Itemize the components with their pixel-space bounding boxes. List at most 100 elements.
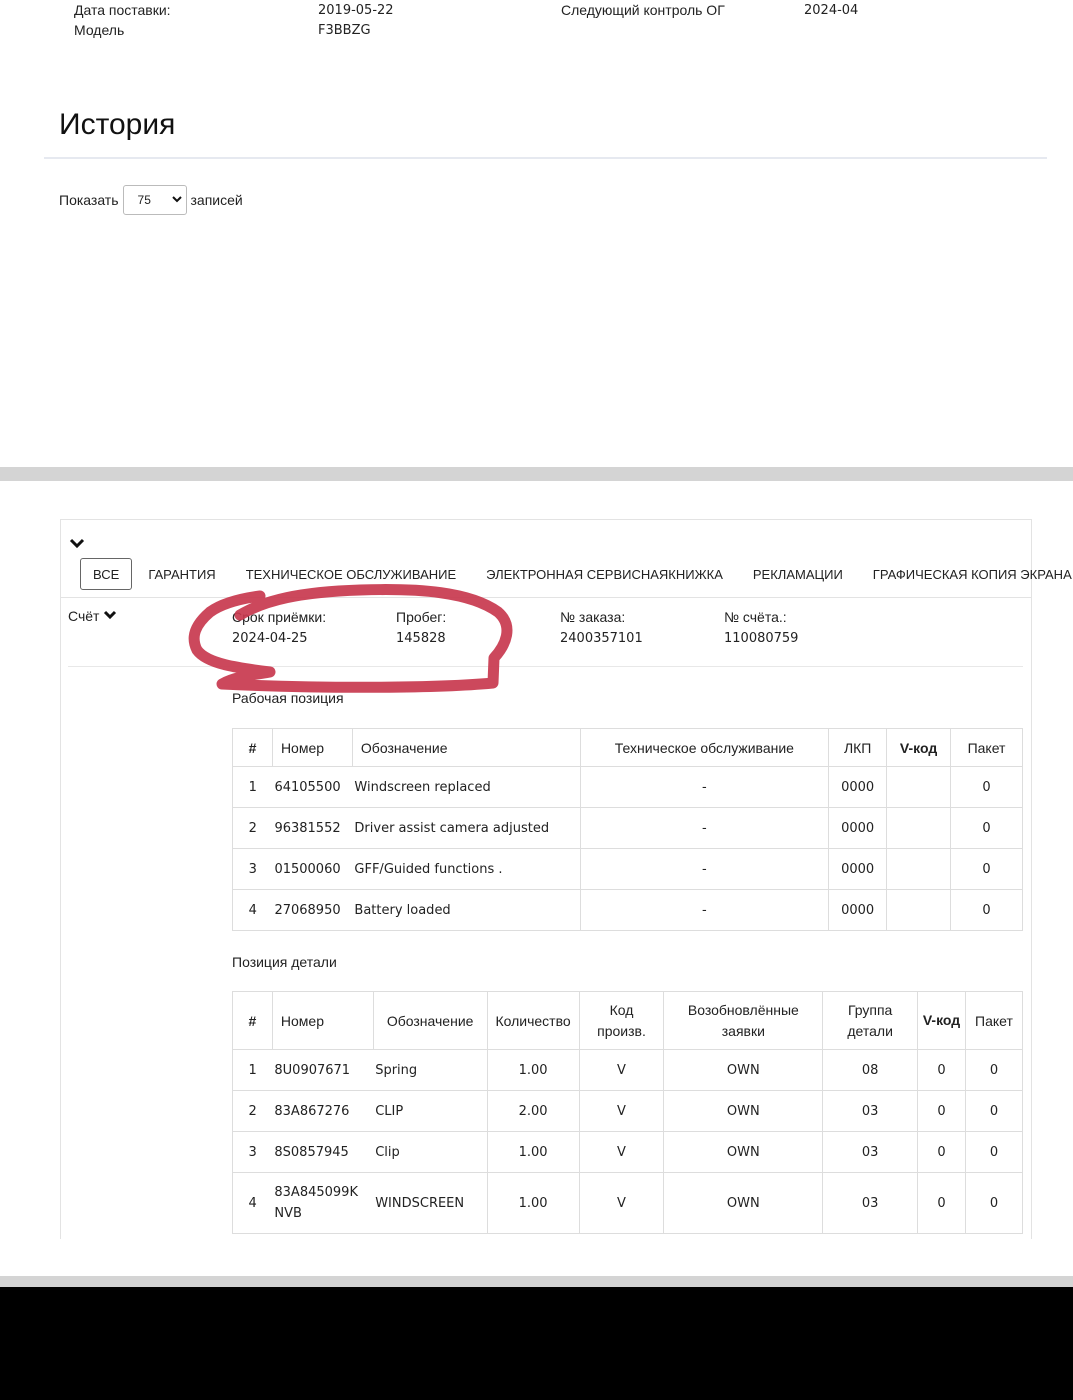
table-cell: OWN [663,1049,824,1091]
table-cell: 0 [950,807,1023,849]
table-cell: 03 [822,1090,919,1132]
table-cell: V [578,1172,665,1234]
table-cell: 01500060 [272,848,353,890]
mileage-value: 145828 [396,631,446,646]
table-cell: 64105500 [272,766,353,808]
table-header-row: # Номер Обозначение Техническое обслужив… [232,728,1023,767]
tab-bar: ВСЕ ГАРАНТИЯ ТЕХНИЧЕСКОЕ ОБСЛУЖИВАНИЕ ЭЛ… [80,558,1073,590]
part-positions-table: # Номер Обозначение Количество Код произ… [232,991,1024,1234]
screen-bottom-bar [0,1287,1073,1400]
col-header: Количество [486,991,580,1050]
col-header: ЛКП [828,728,888,767]
table-cell: 03 [822,1131,919,1173]
table-cell: 0 [950,848,1023,890]
table-cell: Driver assist camera adjusted [352,807,581,849]
acceptance-date-label: Срок приёмки: [232,609,327,625]
table-cell: 0 [950,889,1023,931]
table-cell: 0000 [828,766,888,808]
model-value: F3BBZG [318,23,371,38]
col-header: Код произв. [578,991,665,1050]
col-header: Группа детали [822,991,919,1050]
invoice-number-label: № счёта.: [724,609,787,625]
table-cell: 0 [917,1049,966,1091]
table-row: 3 8S0857945 Clip 1.00 V OWN 03 0 0 [232,1131,1024,1173]
table-cell: 0000 [828,848,888,890]
title-divider [44,157,1047,159]
table-row: 1 8U0907671 Spring 1.00 V OWN 08 0 0 [232,1049,1024,1091]
table-cell: 8S0857945 [272,1131,374,1173]
chevron-down-icon[interactable] [69,536,85,550]
table-cell: V [578,1131,665,1173]
invoice-toggle[interactable]: Счёт [68,608,117,624]
table-cell: 08 [822,1049,919,1091]
delivery-date-value: 2019-05-22 [318,3,394,18]
next-check-label: Следующий контроль ОГ [561,2,725,18]
table-cell [886,889,952,931]
tab-label: ЭЛЕКТРОННАЯ СЕРВИСНАЯКНИЖКА [486,566,723,582]
table-cell: 1 [232,1049,273,1091]
table-cell: - [579,766,830,808]
table-cell: OWN [663,1172,824,1234]
table-cell: 4 [232,889,273,931]
table-row: 2 83A867276 CLIP 2.00 V OWN 03 0 0 [232,1090,1024,1132]
table-cell: 96381552 [272,807,353,849]
tab-maintenance[interactable]: ТЕХНИЧЕСКОЕ ОБСЛУЖИВАНИЕ [234,558,468,590]
invoice-number-value: 110080759 [724,631,799,646]
acceptance-date-value: 2024-04-25 [232,631,308,646]
tab-all[interactable]: ВСЕ [80,558,133,590]
table-cell: WINDSCREEN [373,1172,488,1234]
work-positions-table: # Номер Обозначение Техническое обслужив… [232,728,1023,931]
table-cell: GFF/Guided functions . [352,848,581,890]
section-separator [0,467,1073,481]
col-header: V-код [886,728,952,767]
chevron-down-icon [171,195,182,206]
table-cell: 4 [232,1172,273,1234]
table-cell: 8U0907671 [272,1049,374,1091]
col-header: V-код [917,991,966,1050]
tab-screen-copy[interactable]: ГРАФИЧЕСКАЯ КОПИЯ ЭКРАНА [861,558,1073,590]
table-cell: 1.00 [486,1131,580,1173]
tab-label: ВСЕ [93,566,120,582]
table-cell [886,848,952,890]
col-header: Обозначение [351,728,581,767]
col-header: # [232,728,273,767]
table-row: 4 27068950 Battery loaded -0000 0 [232,889,1023,931]
table-cell: OWN [663,1131,824,1173]
table-cell: 0000 [828,807,888,849]
table-cell: 0 [964,1131,1024,1173]
tab-label: ГАРАНТИЯ [148,566,216,582]
table-cell: OWN [663,1090,824,1132]
table-cell: 0000 [828,889,888,931]
table-cell [886,807,952,849]
table-cell: V [578,1049,665,1091]
order-number-label: № заказа: [560,609,626,625]
tab-complaints[interactable]: РЕКЛАМАЦИИ [741,558,855,590]
entries-select-value: 75 [137,193,151,207]
table-row: 4 83A845099K NVB WINDSCREEN 1.00 V OWN 03 0 0 [232,1172,1024,1234]
tab-service-book[interactable]: ЭЛЕКТРОННАЯ СЕРВИСНАЯКНИЖКА [474,558,735,590]
page-title: История [59,108,176,141]
table-cell: - [579,807,830,849]
table-cell: 03 [822,1172,919,1234]
col-header: Пакет [964,991,1024,1050]
work-positions-title: Рабочая позиция [232,690,344,706]
mileage-label: Пробег: [396,609,447,625]
order-number: № заказа: 2400357101 [560,609,643,646]
table-cell: CLIP [373,1090,488,1132]
table-cell: 83A845099K NVB [272,1172,374,1234]
table-cell: - [579,889,830,931]
table-cell: 0 [964,1090,1024,1132]
part-positions-title: Позиция детали [232,954,337,970]
table-cell: 1.00 [486,1049,580,1091]
table-cell: 0 [964,1049,1024,1091]
table-cell: 3 [232,848,273,890]
invoice-number: № счёта.: 110080759 [724,609,798,646]
col-header: Обозначение [372,991,488,1050]
table-cell: 2 [232,1090,273,1132]
table-cell: 0 [950,766,1023,808]
table-cell: 1 [232,766,273,808]
tab-warranty[interactable]: ГАРАНТИЯ [136,558,227,590]
invoice-label: Счёт [68,608,100,624]
table-cell: 0 [917,1090,966,1132]
entries-select[interactable]: 75 [122,185,187,215]
